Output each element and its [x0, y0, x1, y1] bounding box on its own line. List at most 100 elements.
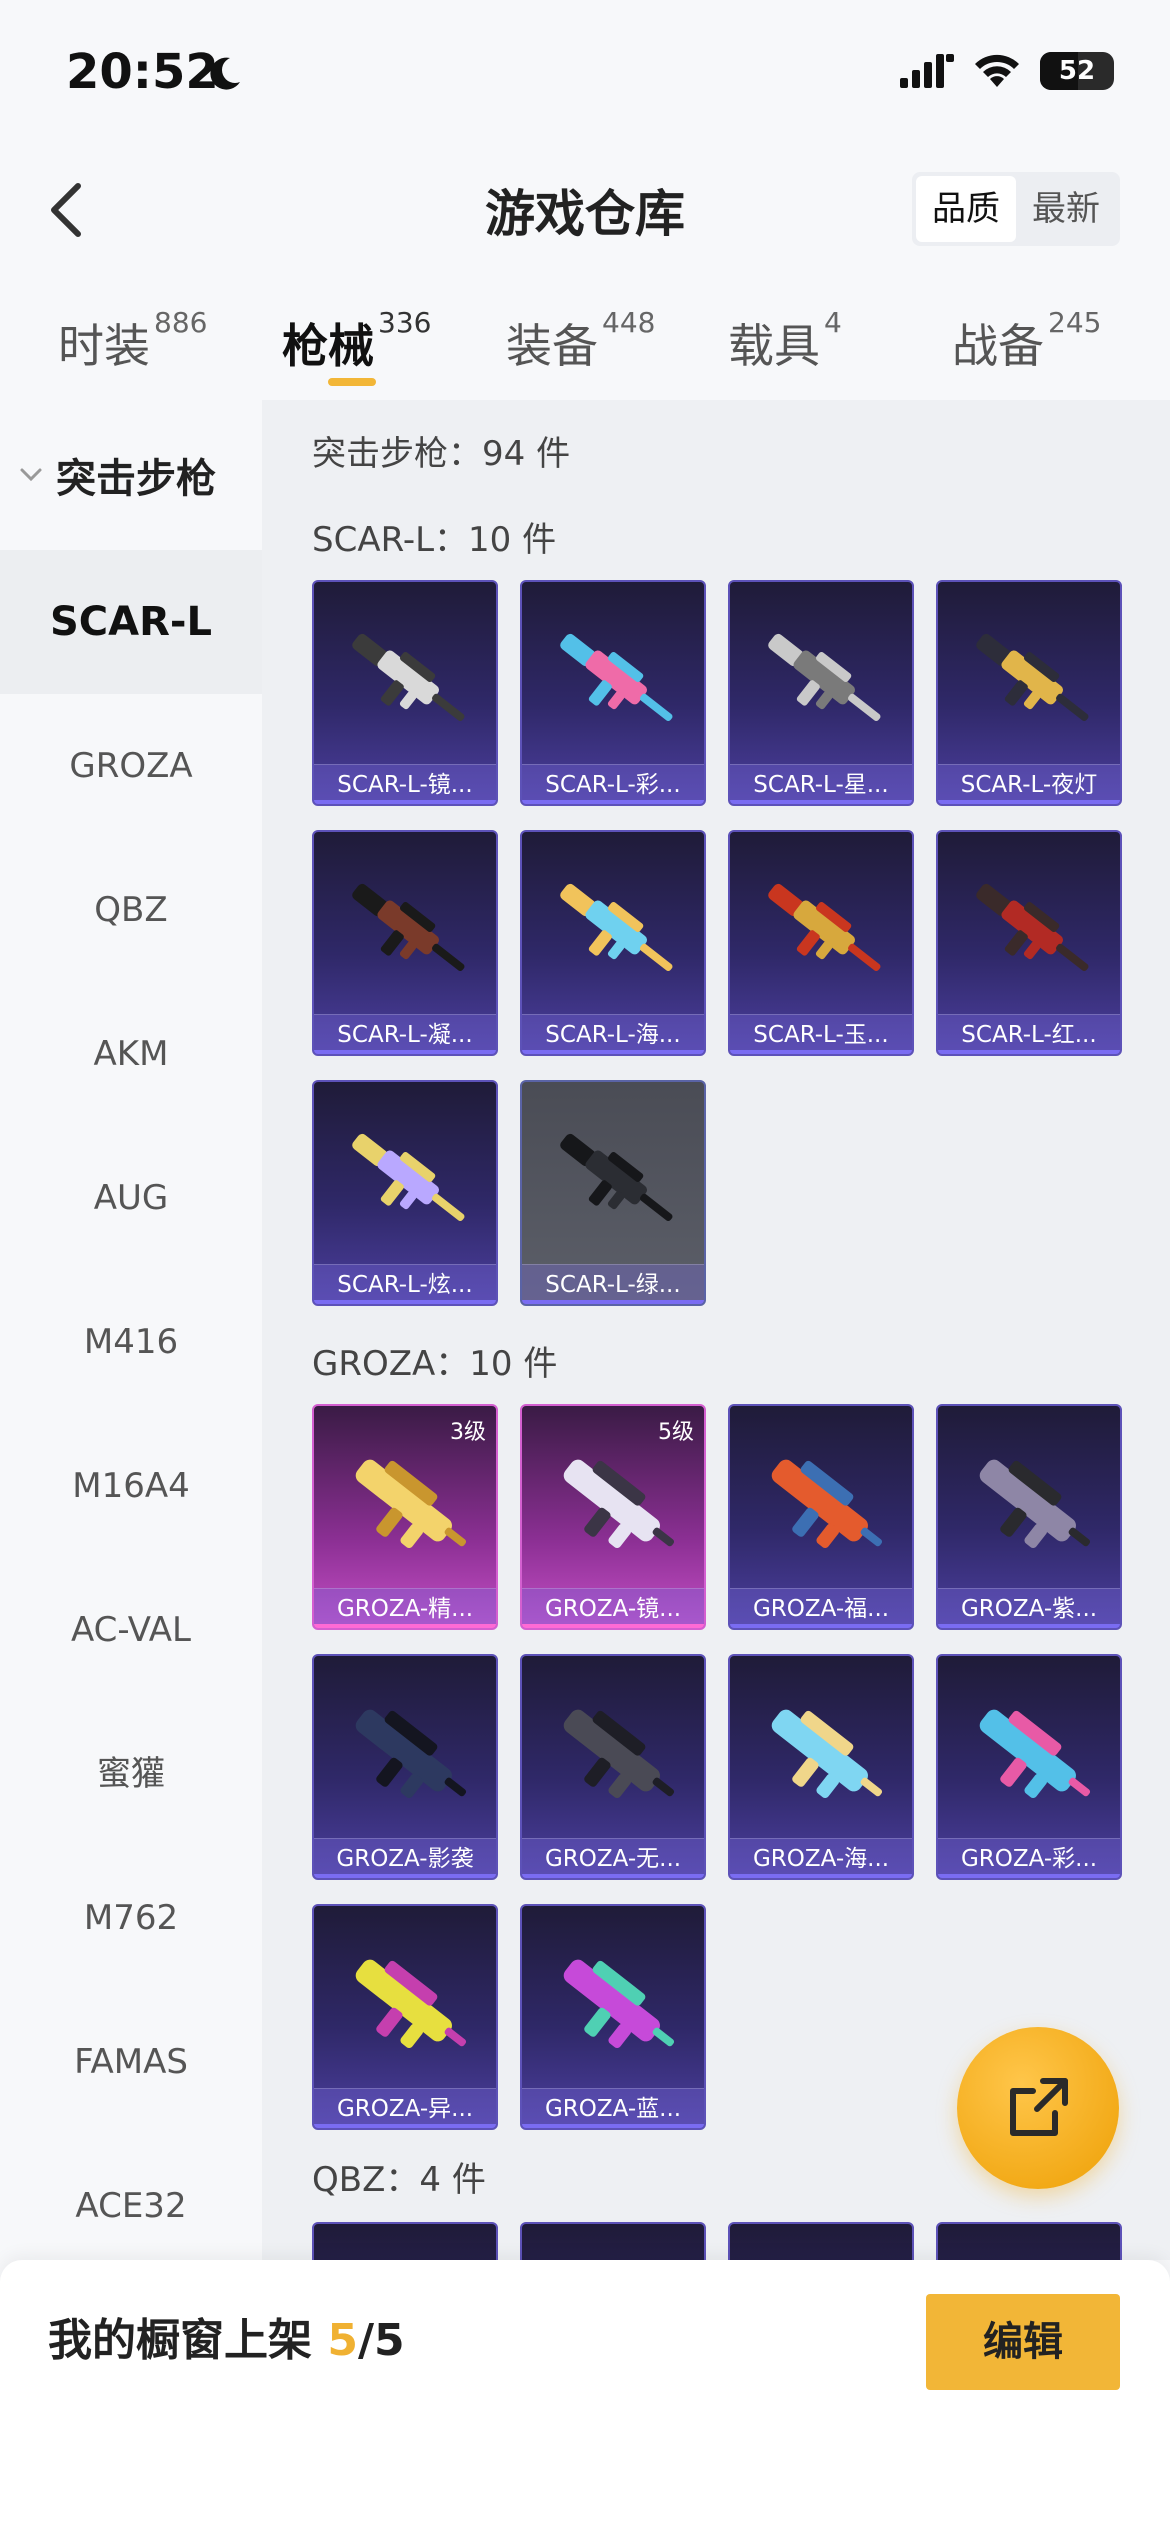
tab-count: 886: [154, 306, 208, 339]
weapon-name: GROZA-镜...: [522, 1588, 704, 1628]
weapon-skin-icon: [768, 883, 881, 972]
tab-equipment[interactable]: 装备 448: [506, 290, 655, 400]
weapon-card[interactable]: GROZA-异...: [312, 1904, 498, 2130]
share-icon: [1010, 2078, 1068, 2136]
weapon-name: GROZA-彩...: [938, 1838, 1120, 1878]
category-tabs: 时装 886 枪械 336 装备 448 载具 4 战备 245: [0, 290, 1170, 400]
signal-icon: [900, 54, 954, 88]
weapon-card[interactable]: GROZA-福...: [728, 1404, 914, 1630]
weapon-name: GROZA-影袭: [314, 1838, 496, 1878]
share-button[interactable]: [957, 2027, 1119, 2189]
sidebar-category[interactable]: 突击步枪: [0, 400, 262, 550]
weapon-card[interactable]: SCAR-L-镜...: [312, 580, 498, 806]
weapon-skin-icon: [355, 1459, 467, 1549]
weapon-card[interactable]: GROZA-无...: [520, 1654, 706, 1880]
weapon-name: SCAR-L-夜灯: [938, 764, 1120, 804]
sidebar-item[interactable]: SCAR-L: [0, 550, 262, 694]
sidebar-item[interactable]: M416: [0, 1270, 262, 1414]
weapon-level-badge: 3级: [450, 1420, 486, 1445]
weapon-card[interactable]: SCAR-L-炫...: [312, 1080, 498, 1306]
weapon-skin-icon: [560, 1133, 673, 1222]
weapon-name: SCAR-L-星...: [730, 764, 912, 804]
weapon-list: 突击步枪：94 件 SCAR-L：10 件 SCAR-L-镜... SCAR-L-…: [262, 400, 1170, 2260]
weapon-card[interactable]: SCAR-L-玉...: [728, 830, 914, 1056]
card-rarity-bar: [730, 1624, 912, 1628]
tab-count: 4: [824, 306, 842, 339]
weapon-skin-icon: [563, 1709, 675, 1799]
sidebar-item[interactable]: AKM: [0, 982, 262, 1126]
weapon-skin-icon: [352, 1133, 465, 1222]
group-title-groza: GROZA：10 件: [312, 1344, 558, 1384]
weapon-card[interactable]: GROZA-彩...: [936, 1654, 1122, 1880]
weapon-name: SCAR-L-炫...: [314, 1264, 496, 1304]
weapon-card[interactable]: SCAR-L-红...: [936, 830, 1122, 1056]
sidebar-category-label: 突击步枪: [56, 456, 216, 502]
card-rarity-bar: [938, 1050, 1120, 1054]
group-title-qbz: QBZ：4 件: [312, 2160, 486, 2200]
weapon-skin-icon: [355, 1709, 467, 1799]
sidebar-item[interactable]: FAMAS: [0, 1990, 262, 2134]
sort-quality-button[interactable]: 品质: [916, 176, 1016, 242]
status-icons: 52: [900, 52, 1114, 90]
tab-label: 战备: [952, 319, 1044, 373]
card-rarity-bar: [730, 1874, 912, 1878]
weapon-name: SCAR-L-凝...: [314, 1014, 496, 1054]
weapon-skin-icon: [352, 633, 465, 722]
showcase-status: 我的橱窗上架 5/5: [48, 2304, 405, 2368]
tab-vehicles[interactable]: 载具 4: [728, 290, 842, 400]
weapon-card[interactable]: GROZA-紫...: [936, 1404, 1122, 1630]
scarl-grid: SCAR-L-镜... SCAR-L-彩... SCAR-L-星... SCAR-L-…: [312, 580, 1122, 1310]
weapon-card[interactable]: SCAR-L-彩...: [520, 580, 706, 806]
tab-count: 336: [378, 306, 432, 339]
weapon-name: SCAR-L-绿...: [522, 1264, 704, 1304]
card-rarity-bar: [314, 1624, 496, 1628]
weapon-skin-icon: [560, 633, 673, 722]
tab-count: 245: [1048, 306, 1102, 339]
tab-label: 载具: [728, 319, 820, 373]
card-rarity-bar: [730, 1050, 912, 1054]
sidebar-item[interactable]: M16A4: [0, 1414, 262, 1558]
sidebar-item[interactable]: 蜜獾: [0, 1702, 262, 1846]
weapon-card[interactable]: SCAR-L-绿...: [520, 1080, 706, 1306]
weapon-skin-icon: [355, 1959, 467, 2049]
weapon-card[interactable]: [936, 2222, 1122, 2260]
weapon-skin-icon: [563, 1959, 675, 2049]
weapon-card[interactable]: GROZA-海...: [728, 1654, 914, 1880]
weapon-card[interactable]: [728, 2222, 914, 2260]
edit-button[interactable]: 编辑: [926, 2294, 1120, 2390]
tab-count: 448: [602, 306, 656, 339]
weapon-card[interactable]: GROZA-影袭: [312, 1654, 498, 1880]
weapon-card[interactable]: SCAR-L-海...: [520, 830, 706, 1056]
weapon-card[interactable]: SCAR-L-凝...: [312, 830, 498, 1056]
weapon-card[interactable]: [312, 2222, 498, 2260]
weapon-card[interactable]: 3级 GROZA-精...: [312, 1404, 498, 1630]
sidebar-item[interactable]: M762: [0, 1846, 262, 1990]
showcase-total: /5: [357, 2315, 405, 2366]
weapon-card[interactable]: [520, 2222, 706, 2260]
tab-label: 时装: [58, 319, 150, 373]
tab-supplies[interactable]: 战备 245: [952, 290, 1101, 400]
weapon-level-badge: 5级: [658, 1420, 694, 1445]
weapon-name: SCAR-L-镜...: [314, 764, 496, 804]
tab-guns[interactable]: 枪械 336: [282, 290, 431, 400]
active-tab-indicator: [328, 378, 376, 386]
weapon-card[interactable]: SCAR-L-夜灯: [936, 580, 1122, 806]
sidebar-item[interactable]: AUG: [0, 1126, 262, 1270]
weapon-skin-icon: [771, 1709, 883, 1799]
chevron-down-icon: [20, 468, 42, 482]
card-rarity-bar: [522, 1300, 704, 1304]
weapon-card[interactable]: GROZA-蓝...: [520, 1904, 706, 2130]
sidebar-item[interactable]: QBZ: [0, 838, 262, 982]
weapon-card[interactable]: 5级 GROZA-镜...: [520, 1404, 706, 1630]
card-rarity-bar: [522, 2124, 704, 2128]
sidebar-item[interactable]: ACE32: [0, 2134, 262, 2278]
card-rarity-bar: [314, 1300, 496, 1304]
sidebar-item[interactable]: GROZA: [0, 694, 262, 838]
header: 游戏仓库 品质 最新: [0, 150, 1170, 270]
tab-fashion[interactable]: 时装 886: [58, 290, 207, 400]
groza-grid: 3级 GROZA-精... 5级 GROZA-镜... GROZA-福... GROZA-…: [312, 1404, 1122, 2134]
weapon-card[interactable]: SCAR-L-星...: [728, 580, 914, 806]
sidebar-item[interactable]: AC-VAL: [0, 1558, 262, 1702]
weapon-skin-icon: [979, 1459, 1091, 1549]
sort-newest-button[interactable]: 最新: [1016, 176, 1116, 242]
